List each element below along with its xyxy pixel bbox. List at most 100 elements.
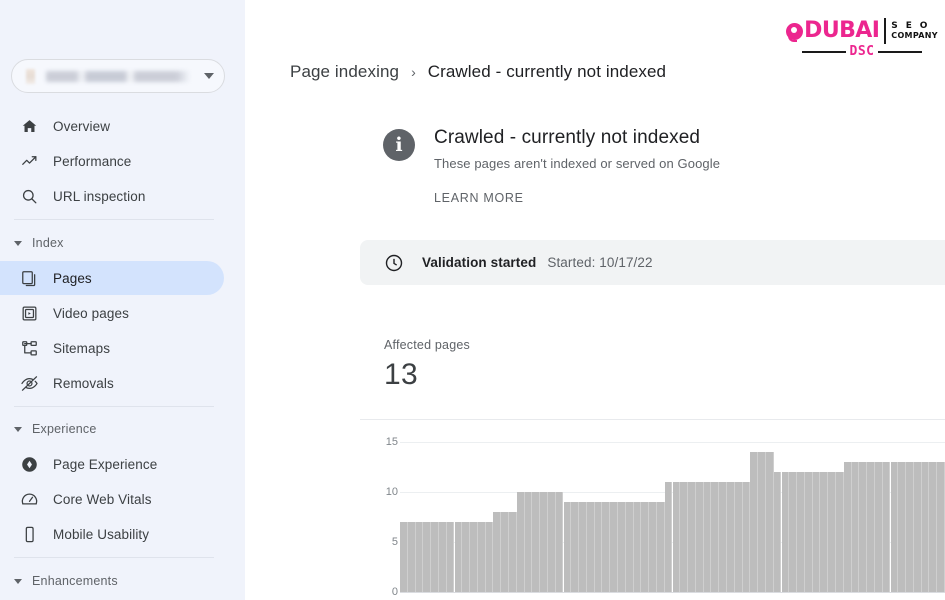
- chart-bar[interactable]: [734, 482, 743, 592]
- chart-bar[interactable]: [540, 492, 548, 592]
- chart-bar[interactable]: [555, 492, 564, 592]
- chart-bar[interactable]: [586, 502, 595, 592]
- affected-pages-chart[interactable]: 051015 7/19/227/30/228/10/228/21/229/1/2…: [360, 420, 945, 600]
- chart-bar[interactable]: [804, 472, 813, 592]
- chart-bar[interactable]: [625, 502, 634, 592]
- sidebar-section-index[interactable]: Index: [14, 236, 64, 250]
- chart-bar[interactable]: [781, 472, 790, 592]
- chart-bar[interactable]: [641, 502, 650, 592]
- chart-bar[interactable]: [695, 482, 704, 592]
- chart-bar[interactable]: [843, 462, 852, 592]
- sidebar-item-mobile-usability[interactable]: Mobile Usability: [0, 517, 224, 551]
- chart-bar[interactable]: [929, 462, 938, 592]
- chart-bar[interactable]: [898, 462, 907, 592]
- property-name-redacted: [46, 70, 198, 82]
- breadcrumb-separator-icon: ›: [411, 64, 416, 80]
- logo-rule-right: [878, 50, 923, 53]
- chart-bar[interactable]: [890, 462, 899, 592]
- chart-bar[interactable]: [812, 472, 821, 592]
- chart-bar[interactable]: [524, 492, 533, 592]
- chart-bar[interactable]: [633, 502, 642, 592]
- chart-bar[interactable]: [470, 522, 478, 592]
- chart-bar[interactable]: [454, 522, 463, 592]
- chart-bar[interactable]: [594, 502, 603, 592]
- validation-status-bar[interactable]: Validation started Started: 10/17/22: [360, 240, 945, 285]
- chart-bar[interactable]: [485, 522, 494, 592]
- chart-bar[interactable]: [563, 502, 572, 592]
- chart-bar[interactable]: [703, 482, 712, 592]
- chart-bar[interactable]: [493, 512, 502, 592]
- chart-bar[interactable]: [664, 482, 673, 592]
- learn-more-button[interactable]: LEARN MORE: [434, 191, 524, 205]
- chart-bar[interactable]: [423, 522, 432, 592]
- chart-bar[interactable]: [750, 452, 759, 592]
- chevron-down-icon: [14, 578, 22, 584]
- sidebar-section-enhancements[interactable]: Enhancements: [14, 574, 118, 588]
- sidebar-item-sitemaps[interactable]: Sitemaps: [0, 331, 224, 365]
- chart-bar[interactable]: [765, 452, 774, 592]
- chart-bar[interactable]: [828, 472, 836, 592]
- pages-copy-icon: [19, 268, 39, 288]
- chart-bar[interactable]: [773, 472, 782, 592]
- chart-bar[interactable]: [649, 502, 657, 592]
- chart-bar[interactable]: [407, 522, 416, 592]
- chart-bar[interactable]: [719, 482, 727, 592]
- chart-bar[interactable]: [400, 522, 408, 592]
- chart-bar[interactable]: [656, 502, 665, 592]
- chevron-down-icon[interactable]: [204, 73, 214, 79]
- chart-bar[interactable]: [547, 492, 556, 592]
- sidebar-item-url-inspection[interactable]: URL inspection: [0, 179, 224, 213]
- chart-bar[interactable]: [742, 482, 751, 592]
- sidebar-section-experience[interactable]: Experience: [14, 422, 97, 436]
- chart-bar[interactable]: [610, 502, 618, 592]
- chart-bar[interactable]: [618, 502, 626, 592]
- chart-bar[interactable]: [532, 492, 541, 592]
- chart-bar[interactable]: [937, 462, 945, 592]
- chart-bar[interactable]: [874, 462, 883, 592]
- sidebar-item-label: Removals: [53, 375, 114, 391]
- property-selector[interactable]: [11, 59, 225, 93]
- chart-bar[interactable]: [867, 462, 875, 592]
- sidebar-item-pages[interactable]: Pages: [0, 261, 224, 295]
- chart-bar[interactable]: [688, 482, 696, 592]
- chart-bar[interactable]: [836, 472, 844, 592]
- page-experience-icon: [19, 454, 39, 474]
- chart-bar[interactable]: [462, 522, 471, 592]
- sidebar-item-page-experience[interactable]: Page Experience: [0, 447, 224, 481]
- chart-bar[interactable]: [851, 462, 860, 592]
- sidebar-item-overview[interactable]: Overview: [0, 109, 224, 143]
- chart-bar[interactable]: [906, 462, 914, 592]
- sidebar-item-core-web-vitals[interactable]: Core Web Vitals: [0, 482, 224, 516]
- chart-bar[interactable]: [672, 482, 681, 592]
- sidebar-item-performance[interactable]: Performance: [0, 144, 224, 178]
- dubai-seo-company-logo: DUBAI S E O COMPANY DSC: [779, 13, 945, 63]
- chart-bar[interactable]: [758, 452, 766, 592]
- chart-bar[interactable]: [602, 502, 611, 592]
- chart-bar[interactable]: [415, 522, 424, 592]
- chart-bar[interactable]: [509, 512, 517, 592]
- chart-bar[interactable]: [571, 502, 580, 592]
- chart-bar[interactable]: [921, 462, 930, 592]
- chart-bar[interactable]: [501, 512, 509, 592]
- breadcrumb-parent-link[interactable]: Page indexing: [290, 62, 399, 82]
- breadcrumb-current: Crawled - currently not indexed: [427, 62, 667, 81]
- chart-bar[interactable]: [797, 472, 805, 592]
- chart-bar[interactable]: [438, 522, 447, 592]
- chart-y-tick-label: 0: [391, 586, 398, 598]
- issue-title: Crawled - currently not indexed: [434, 127, 701, 148]
- chart-bar[interactable]: [477, 522, 486, 592]
- chart-bar[interactable]: [882, 462, 891, 592]
- sidebar-item-video-pages[interactable]: Video pages: [0, 296, 224, 330]
- chart-bar[interactable]: [680, 482, 689, 592]
- chart-bar[interactable]: [727, 482, 735, 592]
- chart-bar[interactable]: [820, 472, 829, 592]
- chart-bar[interactable]: [711, 482, 720, 592]
- chart-bar[interactable]: [789, 472, 798, 592]
- chart-bar[interactable]: [431, 522, 439, 592]
- chart-bar[interactable]: [516, 492, 525, 592]
- chart-bar[interactable]: [913, 462, 922, 592]
- chart-bar[interactable]: [446, 522, 455, 592]
- chart-bar[interactable]: [859, 462, 868, 592]
- sidebar-item-removals[interactable]: Removals: [0, 366, 224, 400]
- chart-bar[interactable]: [579, 502, 587, 592]
